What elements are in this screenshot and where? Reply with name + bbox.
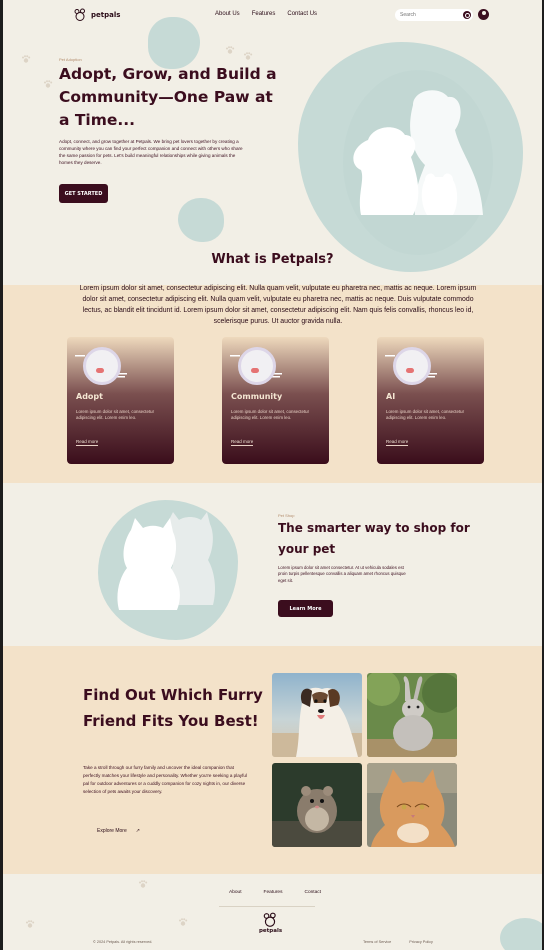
shop-description: Lorem ipsum dolor sit amet consectetur. … [278, 565, 406, 583]
read-more-link[interactable]: Read more [386, 439, 409, 446]
search-box [395, 9, 473, 21]
paw-print-icon [44, 80, 53, 88]
arrow-up-right-icon: ↗ [135, 828, 140, 834]
paw-print-icon [139, 880, 148, 888]
search-input[interactable] [395, 12, 455, 18]
logo-text: petpals [91, 11, 121, 19]
paw-logo-icon [263, 912, 276, 927]
explore-more-label: Explore More [97, 828, 127, 834]
footer-logo[interactable]: petpals [259, 912, 283, 934]
paw-print-icon [22, 55, 31, 63]
top-nav: petpals About Us Features Contact Us [3, 0, 542, 30]
nav-link-about[interactable]: About Us [215, 11, 240, 17]
get-started-button[interactable]: GET STARTED [59, 184, 108, 203]
footer-logo-text: petpals [259, 928, 283, 934]
find-title: Find Out Which Furry Friend Fits You Bes… [83, 686, 263, 730]
find-description: Take a stroll through our furry family a… [83, 765, 247, 794]
hamster-photo[interactable] [272, 763, 362, 847]
footer-link-contact[interactable]: Contact [304, 890, 321, 895]
card-title: AI [386, 392, 396, 401]
paw-logo-icon [74, 8, 85, 21]
decor-blob-mid [178, 198, 224, 242]
cats-silhouette-image [117, 512, 216, 610]
hero-description: Adopt, connect, and grow together at Pet… [59, 139, 243, 165]
logo[interactable]: petpals [73, 8, 120, 22]
chat-bubble-icon [393, 347, 431, 385]
card-text: Lorem ipsum dolor sit amet, consectetur … [76, 409, 155, 420]
explore-more-link[interactable]: Explore More ↗ [97, 828, 140, 834]
read-more-link[interactable]: Read more [76, 439, 99, 446]
what-is-title: What is Petpals? [211, 252, 334, 267]
footer-link-about[interactable]: About [229, 890, 242, 895]
page: petpals About Us Features Contact Us Pet… [3, 0, 542, 950]
footer-divider [219, 906, 315, 907]
read-more-link[interactable]: Read more [231, 439, 254, 446]
rabbit-photo[interactable] [367, 673, 457, 757]
shop-title: The smarter way to shop for your pet [278, 521, 470, 556]
hero-title: Adopt, Grow, and Build a Community—One P… [59, 65, 277, 129]
legal-links: Terms of Service Privacy Policy [363, 940, 433, 944]
card-text: Lorem ipsum dolor sit amet, consectetur … [231, 409, 310, 420]
card-title: Community [231, 392, 283, 401]
learn-more-button[interactable]: Learn More [278, 600, 333, 617]
paw-print-icon [26, 920, 35, 928]
paw-print-icon [244, 52, 253, 60]
footer-nav: About Features Contact [229, 890, 321, 895]
terms-link[interactable]: Terms of Service [363, 940, 391, 944]
nav-link-features[interactable]: Features [252, 11, 276, 17]
cat-photo[interactable] [367, 763, 457, 847]
privacy-link[interactable]: Privacy Policy [409, 940, 433, 944]
chat-bubble-icon [238, 347, 276, 385]
card-text: Lorem ipsum dolor sit amet, consectetur … [386, 409, 465, 420]
paw-print-icon [179, 918, 188, 926]
feature-card-ai[interactable]: AI Lorem ipsum dolor sit amet, consectet… [377, 337, 484, 464]
feature-card-community[interactable]: Community Lorem ipsum dolor sit amet, co… [222, 337, 329, 464]
feature-card-adopt[interactable]: Adopt Lorem ipsum dolor sit amet, consec… [67, 337, 174, 464]
copyright-text: © 2024 Petpals. All rights reserved. [93, 940, 153, 944]
card-title: Adopt [76, 392, 103, 401]
hero-eyebrow: Pet Adoption [59, 57, 82, 62]
user-avatar-icon[interactable] [478, 9, 489, 20]
decor-blob-footer [500, 918, 542, 950]
nav-links: About Us Features Contact Us [215, 11, 317, 17]
pets-silhouette-image [353, 90, 483, 215]
nav-link-contact[interactable]: Contact Us [287, 11, 317, 17]
chat-bubble-icon [83, 347, 121, 385]
footer-link-features[interactable]: Features [264, 890, 283, 895]
what-is-body: Lorem ipsum dolor sit amet, consectetur … [79, 285, 477, 325]
search-icon[interactable] [463, 11, 471, 19]
dog-photo[interactable] [272, 673, 362, 757]
paw-print-icon [226, 46, 235, 54]
